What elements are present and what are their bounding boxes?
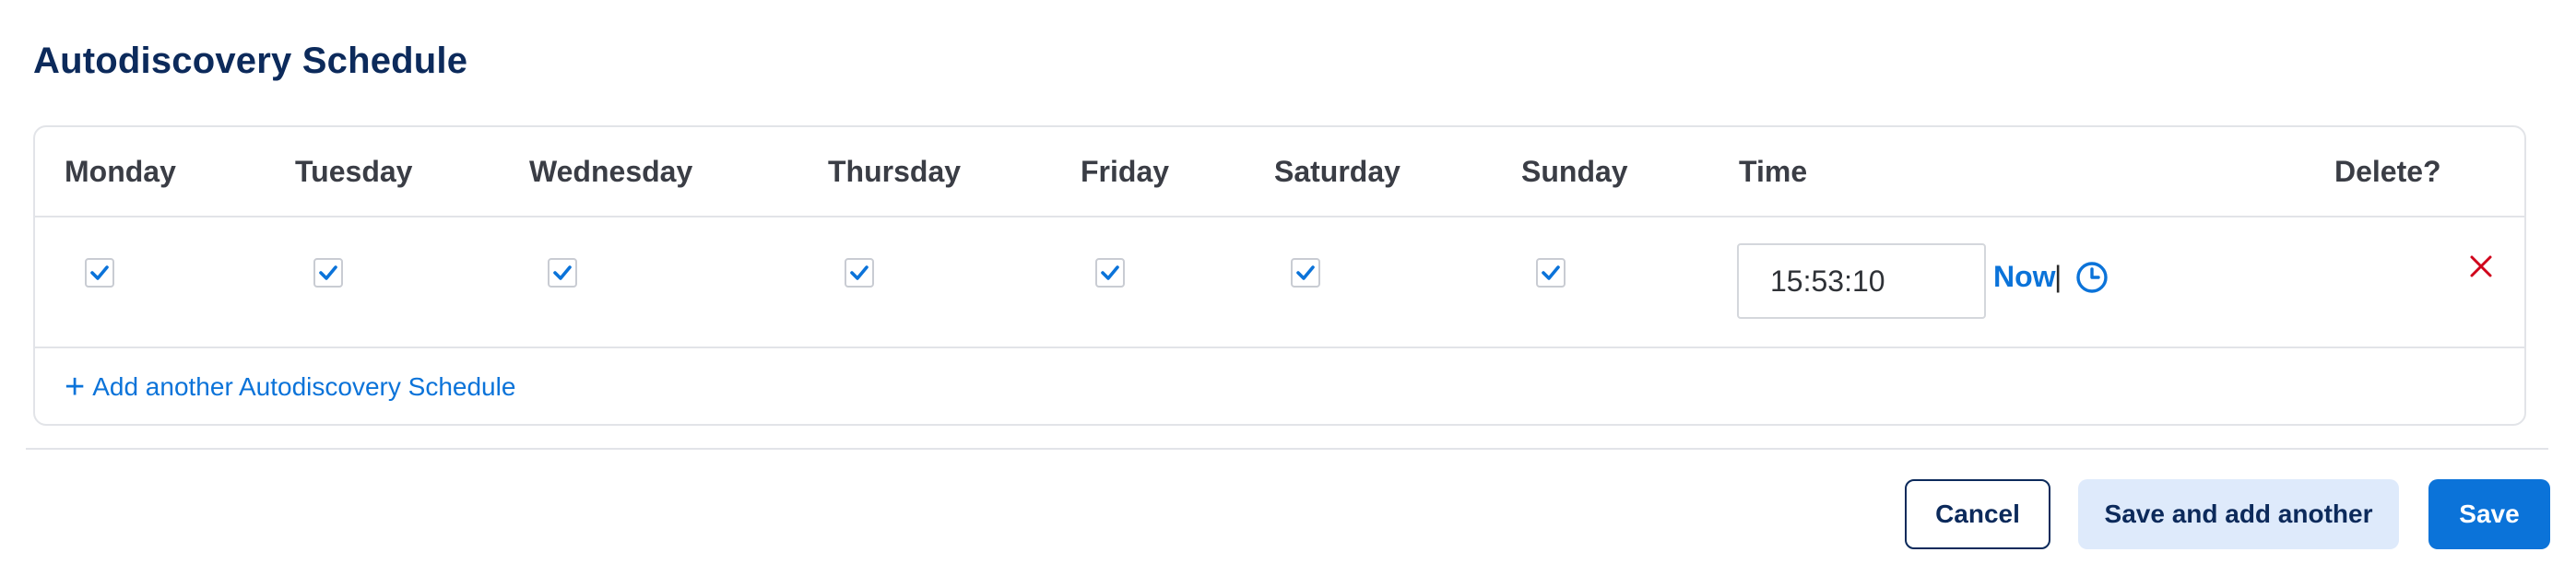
close-icon[interactable] <box>2467 253 2495 280</box>
save-button[interactable]: Save <box>2428 479 2550 549</box>
header-sunday: Sunday <box>1521 155 1628 188</box>
checkmark-icon <box>1542 265 1560 280</box>
cancel-button[interactable]: Cancel <box>1905 479 2050 549</box>
saturday-checkbox[interactable] <box>1291 258 1320 288</box>
checkmark-icon <box>850 265 869 280</box>
thursday-checkbox[interactable] <box>845 258 874 288</box>
schedule-table: Monday Tuesday Wednesday Thursday Friday… <box>33 125 2526 426</box>
wednesday-checkbox[interactable] <box>548 258 577 288</box>
header-saturday: Saturday <box>1274 155 1400 188</box>
plus-icon: + <box>65 368 86 406</box>
header-time: Time <box>1739 155 1808 188</box>
clock-icon[interactable] <box>2074 260 2109 295</box>
table-row: Now | <box>35 217 2524 348</box>
checkmark-icon <box>319 265 337 280</box>
checkmark-icon <box>90 265 109 280</box>
tuesday-checkbox[interactable] <box>313 258 343 288</box>
now-link[interactable]: Now <box>1993 260 2056 294</box>
checkmark-icon <box>553 265 572 280</box>
checkmark-icon <box>1101 265 1119 280</box>
header-monday: Monday <box>65 155 176 188</box>
header-tuesday: Tuesday <box>295 155 413 188</box>
header-thursday: Thursday <box>828 155 962 188</box>
header-wednesday: Wednesday <box>529 155 693 188</box>
checkmark-icon <box>1296 265 1315 280</box>
divider <box>26 448 2548 450</box>
header-delete: Delete? <box>2334 155 2441 188</box>
separator: | <box>2054 260 2062 293</box>
save-and-add-another-button[interactable]: Save and add another <box>2078 479 2399 549</box>
monday-checkbox[interactable] <box>85 258 114 288</box>
add-schedule-link[interactable]: + Add another Autodiscovery Schedule <box>65 368 516 406</box>
friday-checkbox[interactable] <box>1095 258 1125 288</box>
time-input[interactable] <box>1737 243 1986 319</box>
sunday-checkbox[interactable] <box>1536 258 1566 288</box>
section-title: Autodiscovery Schedule <box>33 41 468 81</box>
table-header-row: Monday Tuesday Wednesday Thursday Friday… <box>35 127 2524 217</box>
add-schedule-label: Add another Autodiscovery Schedule <box>92 372 516 401</box>
header-friday: Friday <box>1081 155 1170 188</box>
page: Autodiscovery Schedule Monday Tuesday We… <box>0 0 2576 564</box>
